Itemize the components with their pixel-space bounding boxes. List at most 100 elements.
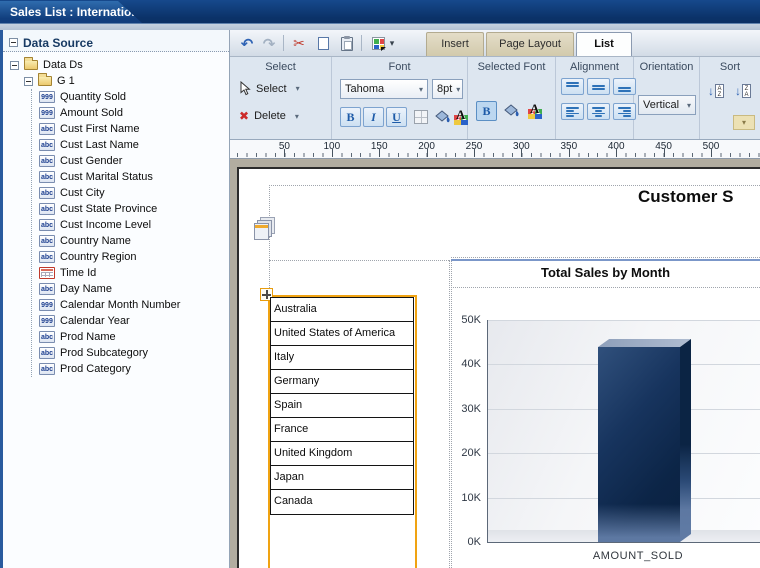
tree-node-data-ds[interactable]: Data Ds — [3, 57, 229, 73]
list-cell[interactable]: Italy — [271, 346, 413, 370]
bold-button[interactable]: B — [340, 107, 361, 127]
bold-label: B — [482, 103, 491, 118]
selected-fill-color-button[interactable] — [502, 101, 522, 121]
tab-list[interactable]: List — [576, 32, 632, 56]
toolbar-separator — [283, 35, 284, 51]
cut-button[interactable]: ✂ — [288, 33, 310, 54]
tree-field-label: Cust City — [60, 187, 105, 199]
bold-label: B — [346, 109, 355, 124]
tree-field-label: Time Id — [60, 267, 97, 279]
tree-field-amount-sold[interactable]: 999 Amount Sold — [32, 105, 229, 121]
align-center-button[interactable] — [587, 103, 610, 120]
tree-field-cust-marital-status[interactable]: abc Cust Marital Status — [32, 169, 229, 185]
tree-field-time-id[interactable]: Time Id — [32, 265, 229, 281]
tree-field-cust-last-name[interactable]: abc Cust Last Name — [32, 137, 229, 153]
tree-field-country-name[interactable]: abc Country Name — [32, 233, 229, 249]
region-border — [269, 260, 449, 261]
list-cell[interactable]: United Kingdom — [271, 442, 413, 466]
toolbar-separator — [361, 35, 362, 51]
underline-button[interactable]: U — [386, 107, 407, 127]
report-page[interactable]: Customer S Australia United States of Ame… — [237, 167, 760, 568]
tree-field-cust-gender[interactable]: abc Cust Gender — [32, 153, 229, 169]
ruler-major-tick — [331, 149, 333, 157]
align-left-button[interactable] — [561, 103, 584, 120]
list-cell[interactable]: France — [271, 418, 413, 442]
titlebar: Sales List : International Sales — [0, 0, 760, 30]
country-list[interactable]: Australia United States of America Italy Ge… — [270, 297, 414, 515]
tree-field-calendar-month-number[interactable]: 999 Calendar Month Number — [32, 297, 229, 313]
tree-field-prod-name[interactable]: abc Prod Name — [32, 329, 229, 345]
tree-field-day-name[interactable]: abc Day Name — [32, 281, 229, 297]
tree-node-label: G 1 — [57, 75, 75, 87]
selected-font-color-button[interactable]: A — [526, 101, 546, 121]
report-title[interactable]: Customer S — [638, 187, 733, 207]
paste-button[interactable] — [336, 33, 358, 54]
tree-field-prod-category[interactable]: abc Prod Category — [32, 361, 229, 377]
chart-y-tick-label: 40K — [461, 358, 481, 370]
tree-field-cust-income-level[interactable]: abc Cust Income Level — [32, 217, 229, 233]
tree-field-cust-city[interactable]: abc Cust City — [32, 185, 229, 201]
list-cell[interactable]: Germany — [271, 370, 413, 394]
undo-button[interactable]: ↶ — [236, 33, 258, 54]
list-cell[interactable]: Australia — [271, 298, 413, 322]
borders-button[interactable] — [411, 107, 431, 127]
font-color-icon: A — [528, 101, 544, 119]
repeating-group-icon[interactable] — [254, 223, 269, 240]
ruler-major-tick — [663, 149, 665, 157]
list-cell[interactable]: Spain — [271, 394, 413, 418]
scissors-icon: ✂ — [293, 35, 305, 51]
tree-field-label: Cust Gender — [60, 155, 123, 167]
italic-button[interactable]: I — [363, 107, 384, 127]
copy-button[interactable] — [312, 33, 334, 54]
ruler-major-tick — [284, 149, 286, 157]
align-middle-button[interactable] — [587, 78, 610, 95]
list-cell[interactable]: Canada — [271, 490, 413, 514]
sort-down-arrow-icon: ↓ — [708, 83, 714, 98]
fill-color-button[interactable] — [433, 107, 453, 127]
redo-button[interactable]: ↷ — [258, 33, 280, 54]
tree-field-calendar-year[interactable]: 999 Calendar Year — [32, 313, 229, 329]
list-cell[interactable]: Japan — [271, 466, 413, 490]
align-top-button[interactable] — [561, 78, 584, 95]
chevron-down-icon[interactable]: ▾ — [296, 84, 300, 93]
numeric-field-icon: 999 — [39, 315, 55, 327]
chevron-down-icon[interactable]: ▾ — [295, 112, 299, 121]
sort-ascending-button[interactable]: ↓ AZ — [704, 81, 728, 100]
tree-field-prod-subcategory[interactable]: abc Prod Subcategory — [32, 345, 229, 361]
group-label: Selected Font — [477, 61, 546, 73]
collapse-node-icon[interactable] — [24, 76, 33, 86]
orientation-select[interactable]: Vertical ▾ — [638, 95, 696, 115]
tab-insert[interactable]: Insert — [426, 32, 484, 56]
align-bottom-button[interactable] — [613, 78, 636, 95]
sort-options-dropdown[interactable]: ▾ — [733, 115, 755, 130]
font-size-select[interactable]: 8pt ▾ — [432, 79, 463, 99]
main-area: ↶ ↷ ✂ ▾ Insert Page Layout List Select S… — [230, 30, 760, 568]
tree-field-cust-state-province[interactable]: abc Cust State Province — [32, 201, 229, 217]
align-right-button[interactable] — [613, 103, 636, 120]
tree-field-cust-first-name[interactable]: abc Cust First Name — [32, 121, 229, 137]
chart-y-tick-label: 30K — [461, 403, 481, 415]
folder-icon — [24, 57, 38, 70]
component-grid-icon — [371, 37, 386, 51]
ruler-major-tick — [616, 149, 618, 157]
chevron-down-icon: ▾ — [389, 38, 395, 48]
list-cell[interactable]: United States of America — [271, 322, 413, 346]
ruler-minor-ticks — [237, 153, 760, 157]
tab-page-layout[interactable]: Page Layout — [486, 32, 574, 56]
chart-plot-area[interactable] — [487, 320, 760, 543]
font-name-select[interactable]: Tahoma ▾ — [340, 79, 428, 99]
chevron-down-icon: ▾ — [418, 84, 423, 94]
select-button[interactable]: Select ▾ — [239, 81, 300, 96]
delete-button[interactable]: ✖ Delete ▾ — [239, 109, 299, 123]
chart-title[interactable]: Total Sales by Month — [451, 265, 760, 280]
collapse-node-icon[interactable] — [10, 60, 19, 70]
component-palette-dropdown[interactable]: ▾ — [386, 33, 398, 54]
document-tab[interactable]: Sales List : International Sales — [0, 1, 142, 23]
tree-field-country-region[interactable]: abc Country Region — [32, 249, 229, 265]
selected-bold-button[interactable]: B — [476, 101, 497, 121]
tree-node-g1[interactable]: G 1 — [3, 73, 229, 89]
tree-field-quantity-sold[interactable]: 999 Quantity Sold — [32, 89, 229, 105]
sort-descending-button[interactable]: ↓ ZA — [731, 81, 755, 100]
collapse-panel-icon[interactable] — [9, 38, 18, 47]
tree-field-label: Cust State Province — [60, 203, 158, 215]
